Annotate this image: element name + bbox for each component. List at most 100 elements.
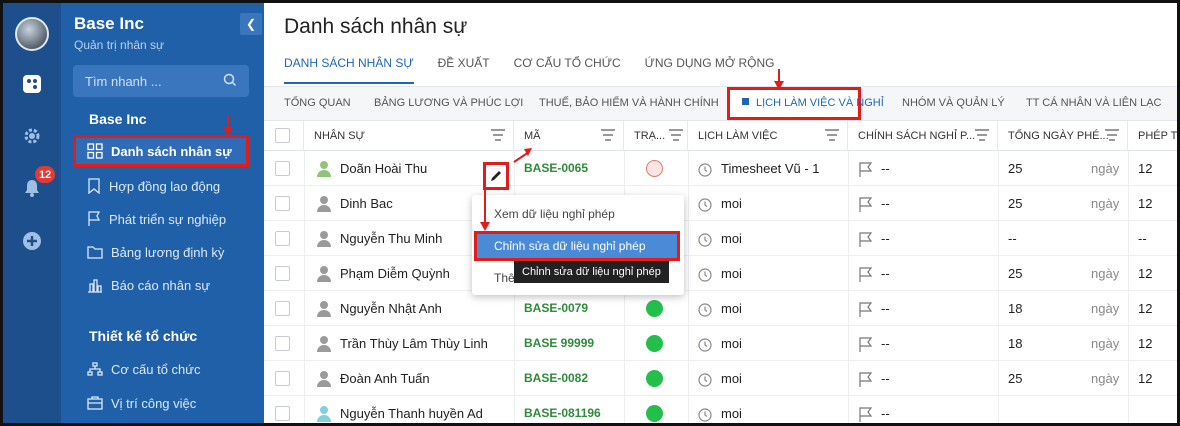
notification-badge: 12 (35, 166, 56, 183)
sidebar-item-positions[interactable]: Vị trí công việc (73, 387, 249, 419)
company-name: Base Inc (74, 14, 144, 33)
table-row[interactable]: Doãn Hoài Thu BASE-0065 Timesheet Vũ - 1 --… (264, 151, 1177, 186)
table-row[interactable]: Nguyễn Thanh huyền Ad BASE-081196 moi -- (264, 396, 1177, 423)
remaining-days: 12 (1138, 266, 1153, 281)
search-icon (223, 73, 237, 90)
row-checkbox[interactable] (275, 231, 290, 246)
flag-icon (88, 211, 101, 226)
subtab-payroll[interactable]: BẢNG LƯƠNG VÀ PHÚC LỢI (374, 87, 523, 120)
flag-icon (858, 151, 878, 186)
total-days: 25 (1008, 161, 1023, 176)
sidebar-item-employee-list[interactable]: Danh sách nhân sự (73, 135, 249, 167)
leave-policy: -- (881, 406, 890, 421)
filter-icon[interactable] (1105, 129, 1119, 144)
annotation-arrow (223, 115, 233, 136)
table-row[interactable]: Đoàn Anh Tuấn BASE-0082 moi -- 25 ngày 12 (264, 361, 1177, 396)
app-logo-icon[interactable] (21, 73, 43, 95)
subtab-tax-insurance[interactable]: THUẾ, BẢO HIỂM VÀ HÀNH CHÍNH (539, 87, 719, 120)
sidebar-item-payroll[interactable]: Bảng lương định kỳ (73, 236, 249, 268)
subtab-label: LỊCH LÀM VIỆC VÀ NGHỈ (756, 97, 884, 109)
tab-extensions[interactable]: ỨNG DỤNG MỞ RỘNG (645, 55, 775, 84)
subtab-overview[interactable]: TỔNG QUAN (284, 87, 351, 120)
sidebar-item-career[interactable]: Phát triển sự nghiệp (73, 203, 249, 235)
annotation-arrow (774, 69, 784, 90)
table-row[interactable]: Phạm Diễm Quỳnh moi -- 25 ngày 12 (264, 256, 1177, 291)
row-checkbox[interactable] (275, 406, 290, 421)
status-indicator (646, 370, 663, 387)
table-row[interactable]: Trần Thùy Lâm Thùy Linh BASE 99999 moi -- 18… (264, 326, 1177, 361)
clock-icon (698, 326, 718, 361)
remaining-days (1138, 396, 1177, 423)
add-icon[interactable] (21, 230, 43, 252)
remaining-days: 12 (1138, 196, 1153, 211)
folder-icon (87, 246, 103, 259)
sidebar-item-org-structure[interactable]: Cơ cấu tổ chức (73, 353, 249, 385)
filter-icon[interactable] (975, 129, 989, 144)
row-checkbox[interactable] (275, 196, 290, 211)
status-indicator (646, 405, 663, 422)
sidebar-item-label: Cơ cấu tổ chức (111, 361, 201, 377)
col-label: NHÂN SỰ (314, 130, 365, 142)
flag-icon (858, 396, 878, 423)
table-row[interactable]: Nguyễn Nhật Anh BASE-0079 moi -- 18 ngày 12 (264, 291, 1177, 326)
clock-icon (698, 291, 718, 326)
tab-proposals[interactable]: ĐỀ XUẤT (438, 55, 490, 84)
schedule-name: moi (721, 406, 742, 421)
subtab-schedule-leave[interactable]: LỊCH LÀM VIỆC VÀ NGHỈ (727, 87, 884, 120)
divider (848, 151, 849, 423)
table-row[interactable]: Dinh Bac moi -- 25 ngày 12 (264, 186, 1177, 221)
quick-search-input[interactable]: Tìm nhanh ... (73, 65, 249, 97)
collapse-sidebar-button[interactable]: ❮ (240, 13, 262, 35)
filter-icon[interactable] (491, 129, 505, 144)
settings-icon[interactable] (21, 125, 43, 147)
schedule-name: moi (721, 266, 742, 281)
col-header-leave-policy[interactable]: CHÍNH SÁCH NGHỈ P... (848, 121, 998, 151)
sidebar-item-contracts[interactable]: Hợp đồng lao động (73, 170, 249, 202)
employee-name[interactable]: Trần Thùy Lâm Thùy Linh (340, 326, 510, 361)
tab-org-structure[interactable]: CƠ CẤU TỔ CHỨC (514, 55, 621, 84)
col-header-remaining[interactable]: PHÉP TR (1128, 121, 1177, 151)
row-checkbox[interactable] (275, 301, 290, 316)
clock-icon (698, 361, 718, 396)
col-header-schedule[interactable]: LỊCH LÀM VIỆC (688, 121, 848, 151)
col-header-total-days[interactable]: TỔNG NGÀY PHÉ... (998, 121, 1128, 151)
flag-icon (858, 361, 878, 396)
tab-employee-list[interactable]: DANH SÁCH NHÂN SỰ (284, 55, 414, 84)
status-indicator (646, 160, 663, 177)
company-avatar[interactable] (15, 17, 49, 51)
total-days: 18 (1008, 301, 1023, 316)
sidebar-item-label: Vị trí công việc (111, 395, 197, 411)
filter-icon[interactable] (825, 129, 839, 144)
divider (304, 151, 305, 423)
divider (688, 151, 689, 423)
col-header-status[interactable]: TRẠ... (624, 121, 688, 151)
row-checkbox[interactable] (275, 161, 290, 176)
schedule-name: moi (721, 371, 742, 386)
days-unit (1091, 221, 1126, 256)
sidebar-section-title: Thiết kế tổ chức (89, 328, 198, 344)
divider (1128, 151, 1129, 423)
sidebar-item-reports[interactable]: Báo cáo nhân sự (73, 269, 249, 301)
status-indicator (646, 300, 663, 317)
table-row[interactable]: Nguyễn Thu Minh moi -- -- -- (264, 221, 1177, 256)
total-days (1008, 396, 1058, 423)
filter-icon[interactable] (669, 129, 683, 144)
days-unit: ngày (1091, 336, 1120, 351)
remaining-days: -- (1138, 231, 1147, 246)
employee-name[interactable]: Đoàn Anh Tuấn (340, 361, 510, 396)
row-checkbox[interactable] (275, 336, 290, 351)
schedule-name: moi (721, 336, 742, 351)
col-label: MÃ (524, 130, 541, 142)
subtab-personal-info[interactable]: TT CÁ NHÂN VÀ LIÊN LẠC (1026, 87, 1162, 120)
employee-name[interactable]: Nguyễn Nhật Anh (340, 291, 510, 326)
total-days: -- (1008, 231, 1017, 246)
subtab-groups[interactable]: NHÓM VÀ QUẢN LÝ (902, 87, 1005, 120)
select-all-checkbox[interactable] (275, 128, 290, 143)
row-checkbox[interactable] (275, 266, 290, 281)
employee-name[interactable]: Nguyễn Thanh huyền Ad (340, 396, 510, 423)
row-checkbox[interactable] (275, 371, 290, 386)
col-label: LỊCH LÀM VIỆC (698, 130, 778, 142)
col-label: CHÍNH SÁCH NGHỈ P... (858, 130, 976, 142)
filter-icon[interactable] (601, 129, 615, 144)
schedule-name: Timesheet Vũ - 1 (721, 161, 820, 176)
